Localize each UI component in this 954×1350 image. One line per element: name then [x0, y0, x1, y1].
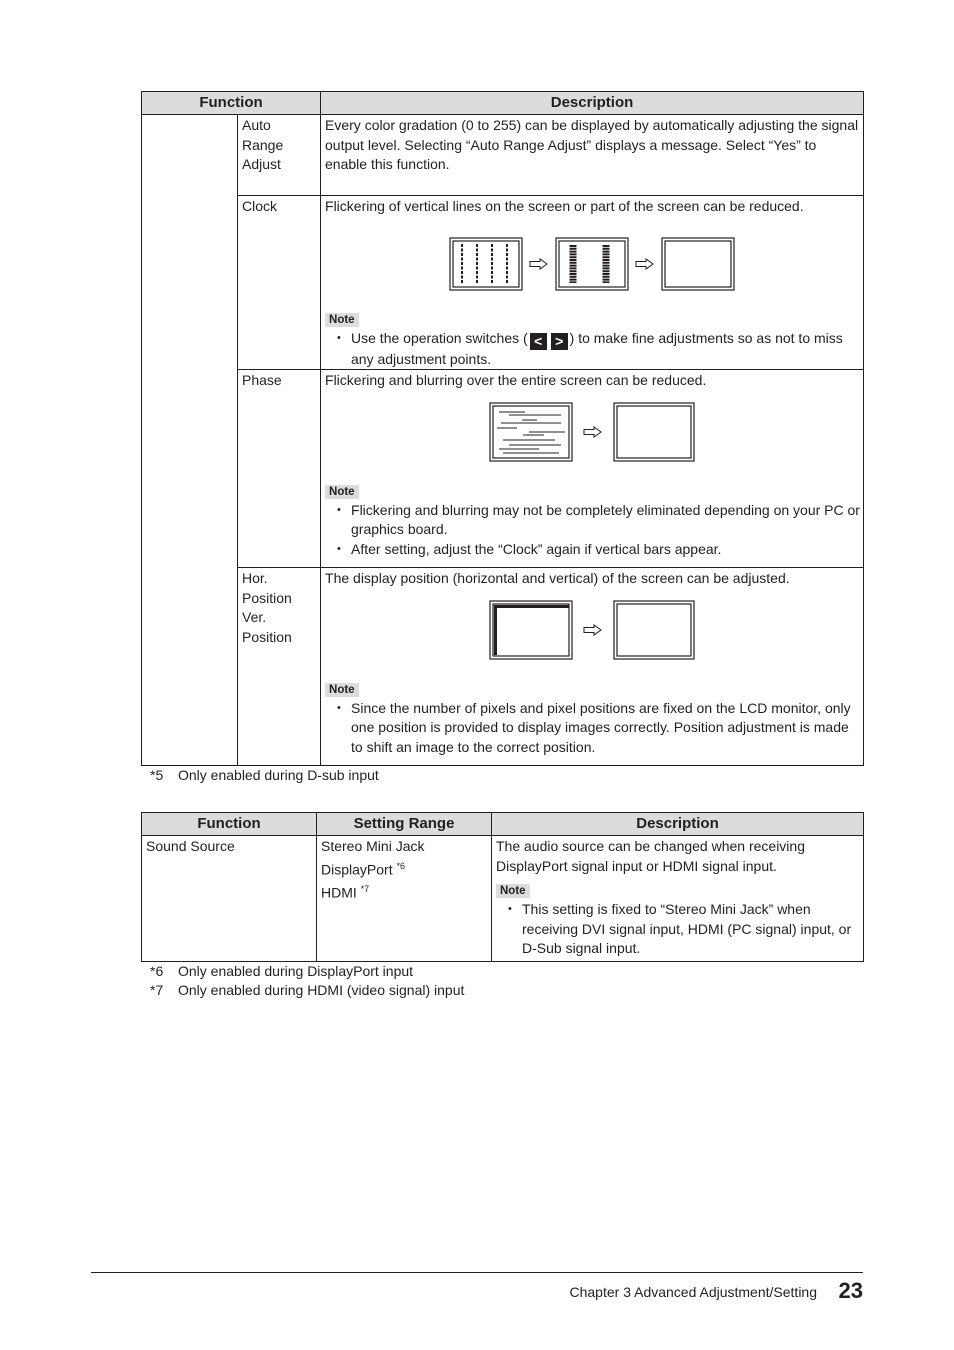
table-row: Sound Source Stereo Mini Jack DisplayPor…	[141, 835, 864, 962]
note-badge: Note	[496, 884, 530, 898]
header-description: Description	[491, 812, 864, 836]
footnote-text: Only enabled during DisplayPort input	[178, 963, 414, 979]
monitor-vertical-bars-icon	[449, 236, 523, 291]
header-function: Function	[141, 812, 317, 836]
function-cell: Clock	[236, 195, 322, 370]
setting-range-cell: Stereo Mini Jack DisplayPort *6 HDMI *7	[316, 835, 492, 962]
description-text: Every color gradation (0 to 255) can be …	[325, 117, 859, 172]
table-row: Clock Flickering of vertical lines on th…	[142, 195, 865, 370]
chapter-title: Chapter 3 Advanced Adjustment/Setting	[569, 1284, 818, 1300]
note-badge: Note	[325, 312, 359, 327]
function-name: Phase	[242, 372, 282, 388]
note-item: After setting, adjust the “Clock” again …	[337, 540, 863, 560]
description-cell: Every color gradation (0 to 255) can be …	[320, 114, 865, 196]
setting-option-label: HDMI	[321, 884, 361, 901]
note-badge: Note	[325, 484, 359, 499]
setting-range-list: Stereo Mini Jack DisplayPort *6 HDMI *7	[317, 836, 491, 904]
header-setting-range: Setting Range	[316, 812, 492, 836]
setting-option: HDMI *7	[321, 880, 487, 903]
footnote-mark: *5	[150, 767, 164, 783]
footnote: *5 Only enabled during D-sub input	[150, 766, 379, 785]
setting-option-label: Stereo Mini Jack	[321, 838, 425, 854]
setting-option: DisplayPort *6	[321, 857, 487, 880]
footnote: *6 Only enabled during DisplayPort input	[150, 962, 413, 981]
note-list: Since the number of pixels and pixel pos…	[321, 699, 863, 758]
header-function: Function	[140, 91, 322, 115]
footnote-mark: *7	[150, 982, 164, 998]
function-cell: Hor. Position Ver. Position	[236, 567, 322, 766]
function-name: Clock	[242, 198, 278, 214]
function-name-line: Range	[242, 136, 284, 153]
function-name: Sound Source	[146, 838, 235, 854]
note-item: Use the operation switches (<>) to make …	[337, 329, 863, 370]
note-list: This setting is fixed to “Stereo Mini Ja…	[492, 900, 863, 959]
table-row: Auto Range Adjust Every color gradation …	[141, 114, 865, 766]
note-text: Use the operation switches (	[351, 329, 528, 346]
note-item: Since the number of pixels and pixel pos…	[337, 699, 863, 758]
note-list: Use the operation switches (<>) to make …	[321, 329, 863, 370]
description-text: The display position (horizontal and ver…	[325, 570, 790, 586]
footnote-text: Only enabled during D-sub input	[178, 767, 379, 783]
footer-divider	[91, 1272, 863, 1273]
right-switch-key-icon: >	[550, 332, 568, 350]
table-row: Hor. Position Ver. Position The display …	[142, 567, 865, 766]
description-cell: The display position (horizontal and ver…	[320, 567, 865, 766]
description-cell: Flickering and blurring over the entire …	[320, 369, 865, 568]
function-name: Hor. Position Ver. Position	[238, 568, 320, 648]
description-text: The audio source can be changed when rec…	[496, 838, 805, 874]
description-text: Flickering and blurring over the entire …	[325, 372, 707, 388]
arrow-right-icon	[635, 257, 654, 270]
description-text: Flickering of vertical lines on the scre…	[325, 198, 804, 214]
monitor-shifted-image-icon	[489, 599, 573, 660]
page-number: 23	[838, 1278, 863, 1303]
advanced-settings-table: Function Description Auto Range Adjust E…	[140, 91, 865, 766]
description-cell: Flickering of vertical lines on the scre…	[320, 195, 865, 370]
function-name-line: Adjust	[242, 156, 281, 172]
note-badge: Note	[325, 682, 359, 697]
clock-adjustment-diagram	[321, 236, 863, 291]
note-block: Note Use the operation switches (<>) to …	[321, 310, 863, 370]
parent-function-cell	[141, 114, 238, 766]
setting-option-label: DisplayPort	[321, 861, 397, 878]
table-row: Phase Flickering and blurring over the e…	[142, 369, 865, 568]
sound-source-table: Function Setting Range Description Sound…	[141, 812, 864, 962]
footnote-mark: *6	[150, 963, 164, 979]
function-cell: Phase	[236, 369, 322, 568]
monitor-blurred-lines-icon	[489, 401, 573, 462]
table-header-row: Function Setting Range Description	[141, 812, 864, 836]
function-cell: Sound Source	[141, 835, 317, 962]
left-switch-key-icon: <	[529, 332, 547, 350]
function-name-line: Position	[242, 628, 292, 645]
monitor-clear-icon	[613, 401, 695, 462]
description-cell: The audio source can be changed when rec…	[491, 835, 864, 962]
footnote-ref: *6	[396, 860, 405, 871]
phase-adjustment-diagram	[321, 401, 863, 462]
note-block: Note Flickering and blurring may not be …	[321, 482, 863, 560]
note-block: Note This setting is fixed to “Stereo Mi…	[492, 881, 863, 959]
footnote-text: Only enabled during HDMI (video signal) …	[178, 982, 465, 998]
monitor-clear-icon	[613, 599, 695, 660]
setting-option: Stereo Mini Jack	[321, 837, 487, 857]
note-item: This setting is fixed to “Stereo Mini Ja…	[508, 900, 863, 959]
function-name: Auto Range Adjust	[238, 115, 320, 176]
function-name-line: Auto	[242, 117, 271, 133]
table-header-row: Function Description	[140, 91, 865, 115]
function-name-line: Position	[242, 589, 292, 606]
position-adjustment-diagram	[321, 599, 863, 660]
header-description: Description	[320, 91, 865, 115]
arrow-right-icon	[583, 623, 602, 636]
function-name-line: Ver.	[242, 609, 267, 625]
arrow-right-icon	[583, 425, 602, 438]
note-list: Flickering and blurring may not be compl…	[321, 501, 863, 560]
arrow-right-icon	[529, 257, 548, 270]
function-cell: Auto Range Adjust	[236, 114, 322, 196]
footnote: *7 Only enabled during HDMI (video signal…	[150, 981, 464, 1000]
monitor-blurred-bars-icon	[555, 236, 629, 291]
note-block: Note Since the number of pixels and pixe…	[321, 680, 863, 758]
note-item: Flickering and blurring may not be compl…	[337, 501, 863, 540]
function-name-line: Hor.	[242, 570, 268, 586]
footnote-ref: *7	[360, 883, 370, 894]
monitor-clear-icon	[661, 236, 735, 291]
